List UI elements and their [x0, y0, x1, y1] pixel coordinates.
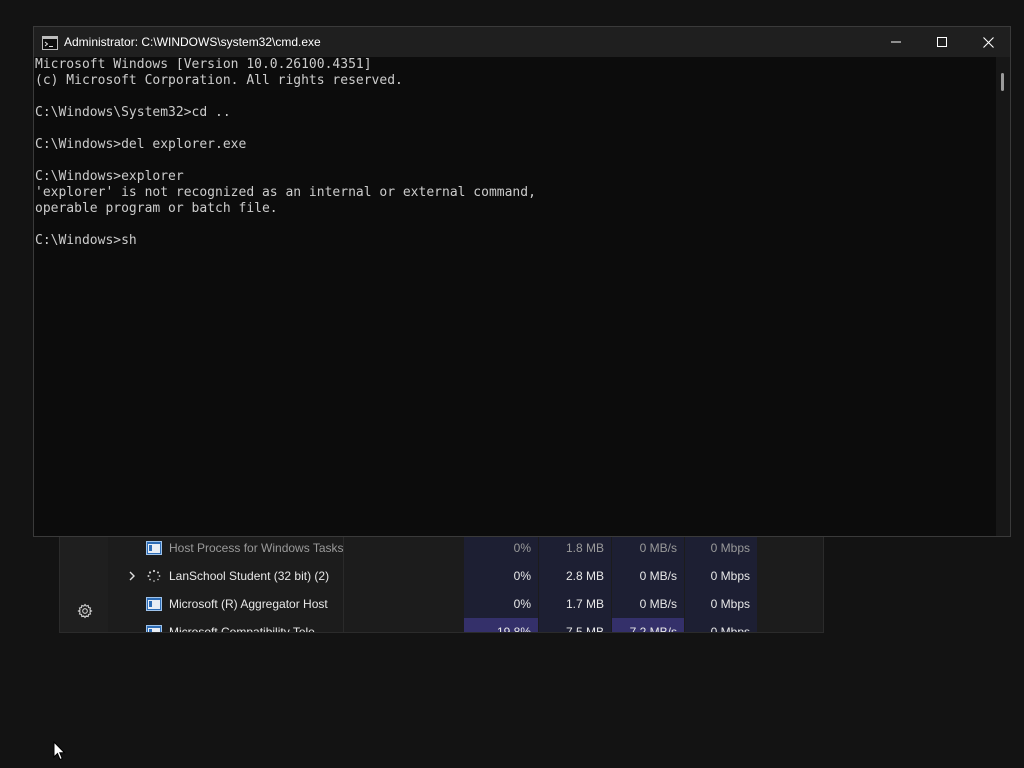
- command-prompt-input[interactable]: C:\Windows>sh: [34, 233, 996, 249]
- process-name: Microsoft Compatibility Tele...: [169, 625, 325, 633]
- console-line: 'explorer' is not recognized as an inter…: [35, 185, 536, 200]
- minimize-button[interactable]: [873, 27, 919, 57]
- maximize-button[interactable]: [919, 27, 965, 57]
- console-line: C:\Windows>del explorer.exe: [35, 137, 247, 152]
- window-title: Administrator: C:\WINDOWS\system32\cmd.e…: [64, 35, 321, 49]
- vertical-scrollbar[interactable]: [996, 57, 1010, 536]
- cpu-cell: 0%: [464, 590, 538, 618]
- cpu-cell: 0%: [464, 562, 538, 590]
- mouse-pointer-icon: [53, 740, 67, 761]
- console-line: C:\Windows\System32>cd ..: [35, 105, 231, 120]
- console-line: Microsoft Windows [Version 10.0.26100.43…: [35, 57, 372, 72]
- disk-cell: 7.2 MB/s: [612, 618, 684, 632]
- memory-cell: 2.8 MB: [539, 562, 611, 590]
- process-row[interactable]: LanSchool Student (32 bit) (2) 0% 2.8 MB…: [108, 562, 823, 590]
- gear-icon[interactable]: [74, 600, 96, 622]
- app-window-icon: [146, 541, 162, 555]
- process-row[interactable]: Microsoft (R) Aggregator Host 0% 1.7 MB …: [108, 590, 823, 618]
- scrollbar-thumb[interactable]: [1001, 73, 1004, 91]
- memory-cell: 1.7 MB: [539, 590, 611, 618]
- network-cell: 0 Mbps: [685, 562, 757, 590]
- cpu-cell: 19.8%: [464, 618, 538, 632]
- maximize-icon: [937, 37, 947, 47]
- title-bar[interactable]: Administrator: C:\WINDOWS\system32\cmd.e…: [34, 27, 1010, 57]
- process-row[interactable]: Host Process for Windows Tasks 0% 1.8 MB…: [108, 534, 823, 562]
- memory-cell: 1.8 MB: [539, 534, 611, 562]
- process-name: Host Process for Windows Tasks: [169, 541, 344, 555]
- close-button[interactable]: [965, 27, 1011, 57]
- loading-spinner-icon: [146, 569, 162, 583]
- process-row[interactable]: Microsoft Compatibility Tele... 19.8% 7.…: [108, 618, 823, 633]
- network-cell: 0 Mbps: [685, 590, 757, 618]
- console-line: operable program or batch file.: [35, 201, 278, 216]
- app-window-icon: [146, 625, 162, 632]
- disk-cell: 0 MB/s: [612, 590, 684, 618]
- console-line: (c) Microsoft Corporation. All rights re…: [35, 73, 403, 88]
- disk-cell: 0 MB/s: [612, 562, 684, 590]
- cmd-window[interactable]: Administrator: C:\WINDOWS\system32\cmd.e…: [33, 26, 1011, 537]
- desktop: Host Process for Windows Tasks 0% 1.8 MB…: [0, 0, 1024, 768]
- process-name: Microsoft (R) Aggregator Host: [169, 597, 328, 611]
- network-cell: 0 Mbps: [685, 534, 757, 562]
- console-line: C:\Windows>explorer: [35, 169, 184, 184]
- chevron-right-icon[interactable]: [126, 569, 138, 583]
- app-window-icon: [146, 597, 162, 611]
- process-name: LanSchool Student (32 bit) (2): [169, 569, 330, 583]
- console-output[interactable]: Microsoft Windows [Version 10.0.26100.43…: [34, 57, 996, 536]
- close-icon: [982, 36, 994, 48]
- cpu-cell: 0%: [464, 534, 538, 562]
- cmd-app-icon: [42, 35, 58, 50]
- minimize-icon: [891, 41, 901, 43]
- network-cell: 0 Mbps: [685, 618, 757, 632]
- disk-cell: 0 MB/s: [612, 534, 684, 562]
- memory-cell: 7.5 MB: [539, 618, 611, 632]
